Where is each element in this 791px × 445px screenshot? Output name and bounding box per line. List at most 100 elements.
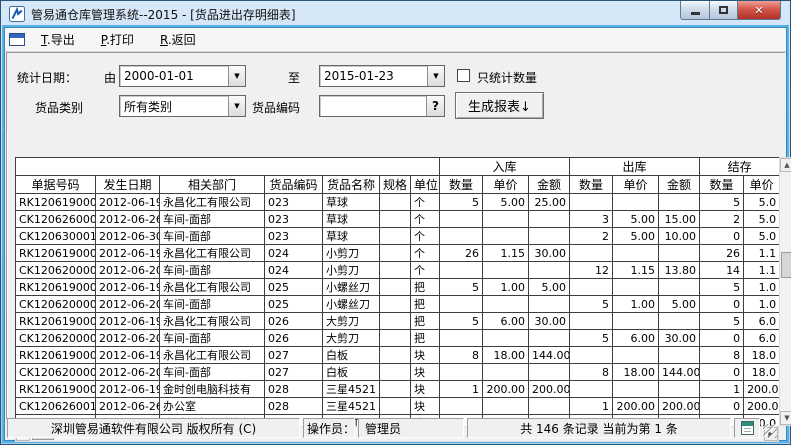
cell: 18.0 [744,364,779,381]
date-from-dropdown-icon[interactable]: ▼ [228,66,245,86]
minimize-icon [691,12,700,15]
record-info-text: 共 146 条记录 当前为第 1 条 [520,420,678,437]
vertical-scrollbar[interactable]: ▲ ▼ [779,157,791,426]
date-from-combobox[interactable]: 2000-01-01 ▼ [119,65,246,87]
cell: RK1206190005 [16,313,96,330]
table-row[interactable]: RK12061900042012-06-19金时创电脑科技有028三星4521块… [16,381,780,398]
table-row[interactable]: RK12061900052012-06-19永昌化工有限公司026大剪刀把56.… [16,313,780,330]
cell: 2012-06-19 [96,381,160,398]
scroll-up-icon[interactable]: ▲ [780,158,791,172]
cell: 5.00 [613,228,659,245]
cell: 6.00 [613,330,659,347]
code-label: 货品编码 [252,99,300,116]
cell: 草球 [323,211,380,228]
cell: 个 [411,262,440,279]
table-row[interactable]: CK12062000062012-06-20车间-面部024小剪刀个121.15… [16,262,780,279]
code-input[interactable]: ? [319,95,445,117]
col-header-in-amount[interactable]: 金额 [529,176,570,194]
col-header-code[interactable]: 货品编码 [265,176,323,194]
resize-grip[interactable] [763,424,777,438]
window-title: 管易通仓库管理系统--2015 - [货品进出存明细表] [31,6,296,23]
table-row[interactable]: CK12062600092012-06-26车间-面部023草球个35.0015… [16,211,780,228]
col-header-out-qty[interactable]: 数量 [570,176,613,194]
cell: 永昌化工有限公司 [160,245,265,262]
cell: 025 [265,279,323,296]
cell: 0 [700,398,744,415]
cell [380,398,411,415]
menu-item-print[interactable]: P.打印 [95,28,140,51]
cell [440,211,483,228]
title-bar: 管易通仓库管理系统--2015 - [货品进出存明细表] ✕ [4,1,787,27]
menu-item-export[interactable]: T.导出 [35,28,81,51]
table-row[interactable]: CK12062000062012-06-20车间-面部027白板块818.001… [16,364,780,381]
minimize-button[interactable] [680,1,710,20]
maximize-icon [719,6,728,14]
table-row[interactable]: CK12062000062012-06-20车间-面部025小螺丝刀把51.00… [16,296,780,313]
cell: 14 [700,262,744,279]
maximize-button[interactable] [710,1,738,20]
cell [440,296,483,313]
cell: 023 [265,228,323,245]
col-header-bal-price[interactable]: 单价 [744,176,779,194]
cell: 023 [265,194,323,211]
table-row[interactable]: RK12061900052012-06-19永昌化工有限公司025小螺丝刀把51… [16,279,780,296]
cell: 18.0 [744,347,779,364]
cell: 1.15 [483,245,529,262]
cell [613,381,659,398]
col-header-in-qty[interactable]: 数量 [440,176,483,194]
cell: 大剪刀 [323,330,380,347]
cell: 5.0 [744,194,779,211]
cell [659,313,700,330]
category-combobox[interactable]: 所有类别 ▼ [119,95,246,117]
cell: 小剪刀 [323,245,380,262]
table-row[interactable]: RK12061900052012-06-19永昌化工有限公司023草球个55.0… [16,194,780,211]
cell: 5.00 [529,279,570,296]
cell [613,194,659,211]
cell: 块 [411,347,440,364]
category-label: 货品类别 [35,99,83,116]
cell: 13.80 [659,262,700,279]
header-blank [16,158,440,176]
col-header-dept[interactable]: 相关部门 [160,176,265,194]
app-window: 管易通仓库管理系统--2015 - [货品进出存明细表] ✕ T.导出 P.打印… [0,0,791,445]
cell: 车间-面部 [160,364,265,381]
col-header-out-price[interactable]: 单价 [613,176,659,194]
cell [380,381,411,398]
category-dropdown-icon[interactable]: ▼ [228,96,245,116]
col-header-name[interactable]: 货品名称 [323,176,380,194]
col-header-unit[interactable]: 单位 [411,176,440,194]
cell: 块 [411,398,440,415]
date-to-dropdown-icon[interactable]: ▼ [427,66,444,86]
close-button[interactable]: ✕ [738,1,781,20]
cell: 白板 [323,364,380,381]
cell: 1.15 [613,262,659,279]
vertical-scroll-thumb[interactable] [781,252,791,278]
cell: RK1206190005 [16,347,96,364]
table-row[interactable]: RK12061900052012-06-19永昌化工有限公司024小剪刀个261… [16,245,780,262]
date-to-combobox[interactable]: 2015-01-23 ▼ [319,65,445,87]
table-row[interactable]: CK12062600112012-06-26办公室028三星4521块1200.… [16,398,780,415]
cell: 8 [440,347,483,364]
cell: 5.00 [483,194,529,211]
table-row[interactable]: RK12061900052012-06-19永昌化工有限公司027白板块818.… [16,347,780,364]
cell [659,381,700,398]
col-header-bal-qty[interactable]: 数量 [700,176,744,194]
menu-item-return[interactable]: R.返回 [154,28,202,51]
generate-report-button[interactable]: 生成报表↓ [455,92,544,119]
calc-panel[interactable] [734,418,760,438]
cell: 026 [265,330,323,347]
code-lookup-button[interactable]: ? [426,96,444,116]
col-header-spec[interactable]: 规格 [380,176,411,194]
col-header-out-amount[interactable]: 金额 [659,176,700,194]
col-header-in-price[interactable]: 单价 [483,176,529,194]
qty-only-checkbox[interactable] [457,69,470,82]
cell [380,296,411,313]
col-header-date[interactable]: 发生日期 [96,176,160,194]
table-row[interactable]: CK12062000062012-06-20车间-面部026大剪刀把56.003… [16,330,780,347]
cell [570,194,613,211]
operator-label-panel: 操作员： [303,418,355,438]
table-row[interactable]: CK12063000162012-06-30车间-面部023草球个25.0010… [16,228,780,245]
cell [570,381,613,398]
col-header-doc-no[interactable]: 单据号码 [16,176,96,194]
cell: 金时创电脑科技有 [160,381,265,398]
